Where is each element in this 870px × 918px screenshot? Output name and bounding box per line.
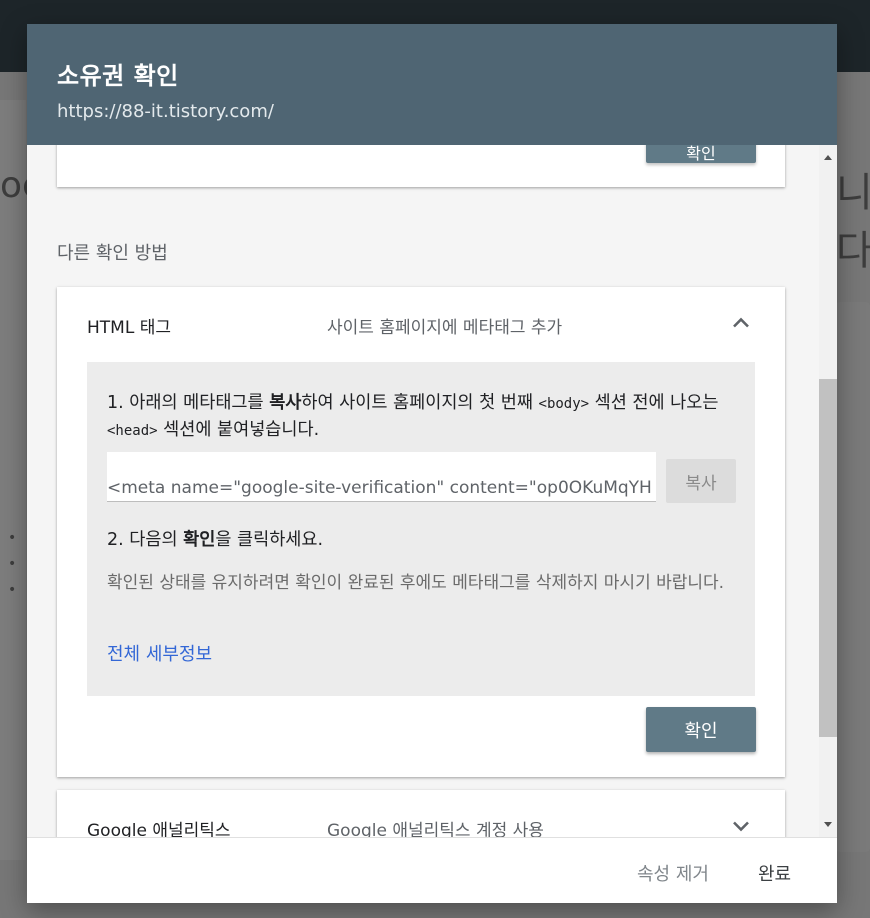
html-tag-instructions: 1. 아래의 메타태그를 복사하여 사이트 홈페이지의 첫 번째 <body> … <box>87 362 755 696</box>
chevron-down-icon[interactable] <box>727 812 755 837</box>
method-title: Google 애널리틱스 <box>87 821 231 837</box>
full-details-link[interactable]: 전체 세부정보 <box>107 640 212 666</box>
scroll-down-arrow-icon[interactable] <box>823 821 833 829</box>
html-tag-method-card: HTML 태그 사이트 홈페이지에 메타태그 추가 1. 아래의 메타태그를 복… <box>57 287 785 777</box>
google-analytics-method-card: Google 애널리틱스 Google 애널리틱스 계정 사용 <box>57 790 785 837</box>
head-tag-code: <head> <box>107 423 158 439</box>
google-analytics-method-header[interactable]: Google 애널리틱스 Google 애널리틱스 계정 사용 <box>57 790 785 837</box>
body-tag-code: <body> <box>538 396 590 412</box>
bold-copy-keyword: 복사 <box>269 393 302 413</box>
method-description: 사이트 홈페이지에 메타태그 추가 <box>327 318 563 338</box>
ownership-verification-dialog: 소유권 확인 https://88-it.tistory.com/ 확인 다른 … <box>27 24 837 903</box>
property-url: https://88-it.tistory.com/ <box>57 101 274 122</box>
chevron-up-icon[interactable] <box>727 309 755 337</box>
step-1-text: 1. 아래의 메타태그를 복사하여 사이트 홈페이지의 첫 번째 <body> … <box>107 393 719 440</box>
keep-meta-tag-note: 확인된 상태를 유지하려면 확인이 완료된 후에도 메타태그를 삭제하지 마시기… <box>107 573 725 593</box>
dialog-footer: 속성 제거 완료 <box>27 837 837 903</box>
meta-tag-field[interactable]: <meta name="google-site-verification" co… <box>107 452 656 502</box>
dialog-header: 소유권 확인 https://88-it.tistory.com/ <box>27 24 837 145</box>
background-bullet: • <box>8 582 17 598</box>
background-card <box>0 100 26 860</box>
done-button[interactable]: 완료 <box>758 860 791 886</box>
other-methods-label: 다른 확인 방법 <box>57 243 168 264</box>
meta-tag-value: <meta name="google-site-verification" co… <box>107 478 652 498</box>
copy-button[interactable]: 복사 <box>666 459 736 503</box>
background-side-card <box>836 302 870 852</box>
background-bullet-list: • • • <box>8 525 16 603</box>
previous-method-card: 확인 <box>57 145 785 187</box>
scroll-up-arrow-icon[interactable] <box>823 153 833 161</box>
html-tag-method-header[interactable]: HTML 태그 사이트 홈페이지에 메타태그 추가 <box>57 287 785 361</box>
remove-property-button[interactable]: 속성 제거 <box>637 860 709 886</box>
dialog-scroll-body: 확인 다른 확인 방법 HTML 태그 사이트 홈페이지에 메타태그 추가 1.… <box>27 145 819 837</box>
scrollbar-thumb[interactable] <box>819 379 837 737</box>
background-text-fragment: 니다 <box>836 170 870 274</box>
method-title: HTML 태그 <box>87 318 171 338</box>
verify-button[interactable]: 확인 <box>646 707 756 752</box>
step-2-text: 2. 다음의 확인을 클릭하세요. <box>107 530 324 550</box>
background-bullet: • <box>8 530 17 546</box>
previous-verify-button[interactable]: 확인 <box>646 145 756 163</box>
bold-verify-keyword: 확인 <box>183 530 216 550</box>
background-bullet: • <box>8 556 17 572</box>
dialog-title: 소유권 확인 <box>57 62 179 90</box>
method-description: Google 애널리틱스 계정 사용 <box>327 821 544 837</box>
vertical-scrollbar[interactable] <box>819 145 837 837</box>
